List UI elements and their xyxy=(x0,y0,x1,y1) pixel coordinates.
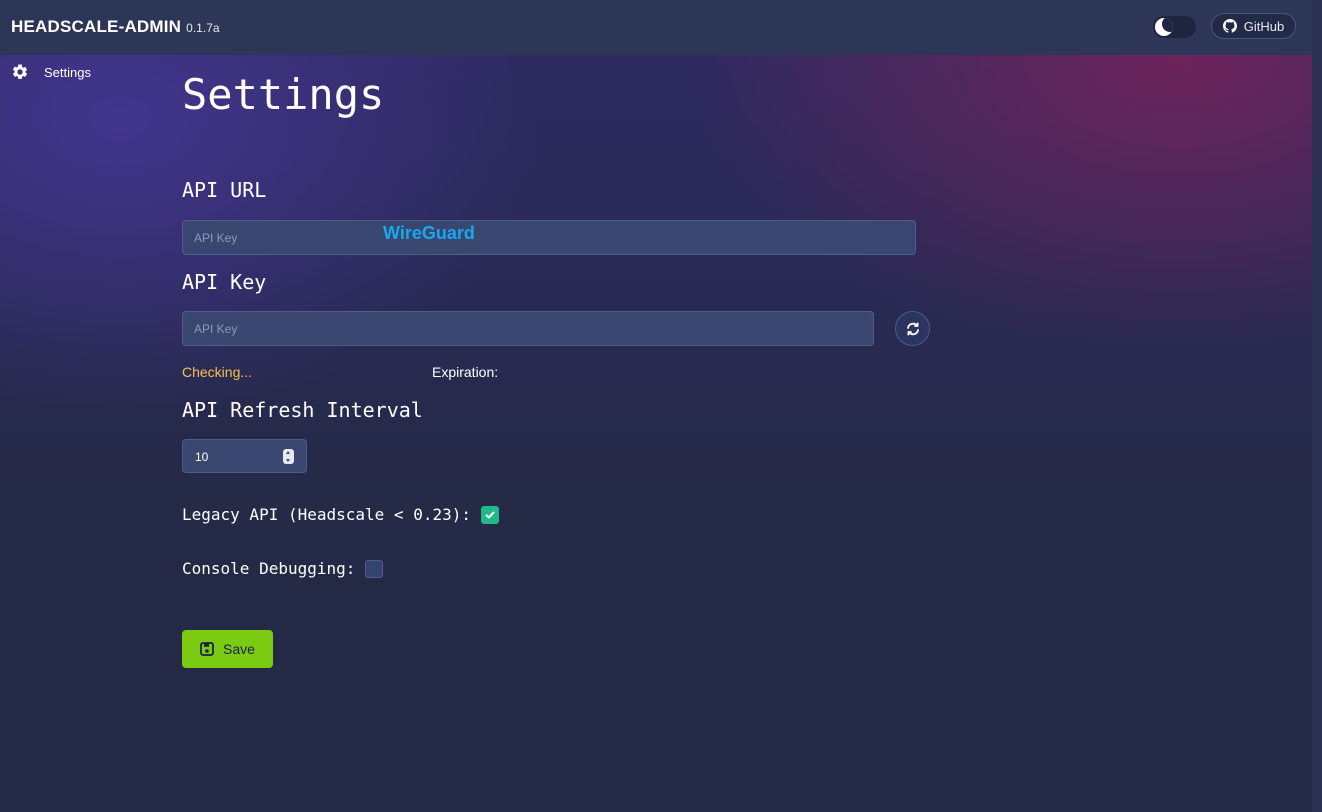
refresh-interval-value: 10 xyxy=(195,450,209,464)
moon-icon xyxy=(1155,18,1173,36)
api-key-label: API Key xyxy=(182,270,267,294)
refresh-api-key-button[interactable] xyxy=(895,311,930,346)
sidebar-item-settings[interactable]: Settings xyxy=(11,63,91,81)
top-bar: HEADSCALE-ADMIN 0.1.7a GitHub xyxy=(0,0,1312,55)
number-stepper[interactable] xyxy=(283,449,294,464)
save-label: Save xyxy=(223,641,255,657)
expiration-label: Expiration: xyxy=(432,364,499,380)
api-url-label: API URL xyxy=(182,178,267,202)
api-url-input[interactable] xyxy=(182,220,916,255)
theme-toggle[interactable] xyxy=(1153,16,1196,38)
github-button[interactable]: GitHub xyxy=(1211,13,1296,39)
api-key-input[interactable] xyxy=(182,311,874,346)
refresh-icon xyxy=(906,322,919,335)
wireguard-overlay-text: WireGuard xyxy=(383,223,475,243)
github-label: GitHub xyxy=(1243,18,1285,34)
api-key-status: Checking... xyxy=(182,364,253,380)
app-version: 0.1.7a xyxy=(186,21,220,35)
refresh-interval-input[interactable]: 10 xyxy=(182,439,307,473)
legacy-api-label: Legacy API (Headscale < 0.23): xyxy=(182,505,471,524)
gear-icon xyxy=(13,64,28,79)
page-title: Settings xyxy=(182,70,385,119)
brand[interactable]: HEADSCALE-ADMIN 0.1.7a xyxy=(11,17,220,37)
legacy-api-row: Legacy API (Headscale < 0.23): xyxy=(182,505,499,524)
check-icon xyxy=(485,511,495,519)
sidebar-item-label: Settings xyxy=(44,64,91,80)
app-title: HEADSCALE-ADMIN xyxy=(11,17,182,36)
legacy-api-checkbox[interactable] xyxy=(480,505,499,524)
save-icon xyxy=(200,642,214,656)
scrollbar[interactable] xyxy=(1312,0,1322,812)
console-debugging-checkbox[interactable] xyxy=(365,559,384,578)
refresh-interval-label: API Refresh Interval xyxy=(182,398,423,422)
github-icon xyxy=(1222,19,1237,33)
save-button[interactable]: Save xyxy=(182,630,273,668)
console-debugging-row: Console Debugging: xyxy=(182,559,384,578)
console-debugging-label: Console Debugging: xyxy=(182,559,356,578)
